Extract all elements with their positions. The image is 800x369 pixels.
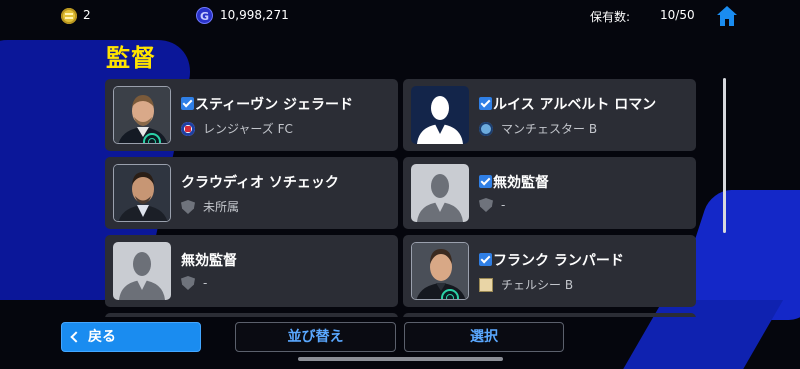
manager-team: - [203,276,208,290]
manager-card[interactable]: フランク ランパード チェルシー B [403,235,696,307]
home-indicator[interactable] [298,357,503,361]
back-label: 戻る [88,329,116,345]
manager-team: - [501,198,506,212]
manager-team-row: マンチェスター B [479,120,597,137]
manager-name-row: スティーヴン ジェラード [181,94,353,114]
manager-team-row: チェルシー B [479,276,573,293]
manager-avatar [113,164,171,222]
top-bar: 2 G 10,998,271 保有数: 10/50 [0,0,800,32]
manager-card[interactable] [105,313,398,317]
manager-card[interactable]: 無効監督 - [403,157,696,229]
manager-team: レンジャーズ FC [203,122,293,136]
gp-amount: 10,998,271 [220,8,289,22]
manager-card[interactable]: クラウディオ ソチェック 未所属 [105,157,398,229]
home-icon[interactable] [716,5,738,27]
manager-card[interactable]: ルイス アルベルト ロマン マンチェスター B [403,79,696,151]
rangers-crest-icon [181,122,195,136]
manager-name: フランク ランパード [493,253,624,269]
manager-name-row: 無効監督 [181,250,237,270]
manager-team-row: レンジャーズ FC [181,120,293,137]
manager-name: 無効監督 [493,175,549,191]
manager-name: クラウディオ ソチェック [181,175,339,191]
checkbox-icon[interactable] [479,97,492,110]
manager-team-row: - [181,276,207,290]
manager-name: スティーヴン ジェラード [195,97,354,113]
manager-card[interactable]: スティーヴン ジェラード レンジャーズ FC [105,79,398,151]
manager-name-row: フランク ランパード [479,250,624,270]
manager-name-row: クラウディオ ソチェック [181,172,339,192]
rank-ring-icon [441,289,459,299]
manager-avatar [411,164,469,222]
manager-card[interactable] [403,313,696,317]
rank-ring-icon [143,133,161,143]
chelsea-crest-icon [479,278,493,292]
manager-team: マンチェスター B [501,122,598,136]
manchester-crest-icon [479,122,493,136]
manager-name-row: 無効監督 [479,172,549,192]
manager-avatar [411,86,469,144]
manager-grid: スティーヴン ジェラード レンジャーズ FC ルイス アルベルト ロマン マンチ… [105,79,696,317]
checkbox-icon[interactable] [479,253,492,266]
shield-icon [181,276,195,290]
page-title: 監督 [106,44,156,72]
manager-avatar [113,86,171,144]
manager-avatar [113,242,171,300]
scrollbar[interactable] [723,78,726,233]
manager-name: ルイス アルベルト ロマン [493,97,657,113]
manager-team-row: 未所属 [181,198,239,215]
coin-icon [61,8,77,24]
manager-name-row: ルイス アルベルト ロマン [479,94,656,114]
manager-avatar [411,242,469,300]
owned-label: 保有数: [590,10,631,24]
chevron-left-icon [70,331,82,343]
manager-team: チェルシー B [501,278,574,292]
select-button[interactable]: 選択 [404,322,564,352]
owned-count: 10/50 [660,8,695,22]
manager-name: 無効監督 [181,253,237,269]
shield-icon [181,200,195,214]
sort-button[interactable]: 並び替え [235,322,396,352]
coin-count: 2 [83,8,91,22]
checkbox-icon[interactable] [479,175,492,188]
checkbox-icon[interactable] [181,97,194,110]
shield-icon [479,198,493,212]
gp-icon: G [196,7,213,24]
back-button[interactable]: 戻る [61,322,201,352]
manager-card[interactable]: 無効監督 - [105,235,398,307]
manager-team-row: - [479,198,505,212]
manager-team: 未所属 [203,200,240,214]
